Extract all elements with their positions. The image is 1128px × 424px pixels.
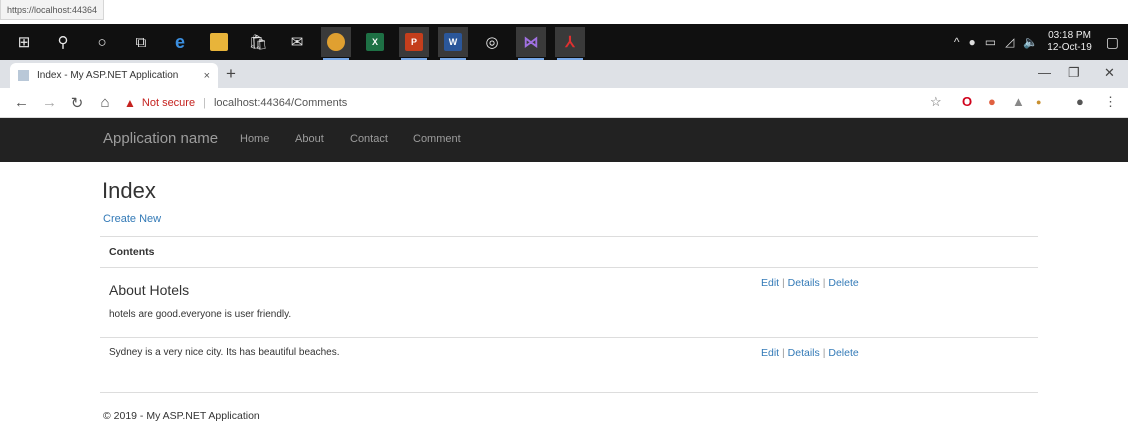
windows-start-icon[interactable]: ⊞ — [9, 27, 39, 57]
nav-comment[interactable]: Comment — [413, 133, 461, 145]
footer-divider — [100, 392, 1038, 393]
footer-text: © 2019 - My ASP.NET Application — [103, 410, 260, 422]
menu-kebab-icon[interactable]: ⋮ — [1104, 94, 1117, 110]
file-explorer-icon[interactable] — [204, 27, 234, 57]
extension-icon[interactable]: ● — [988, 94, 996, 109]
table-header-border — [100, 267, 1038, 268]
url-text[interactable]: localhost:44364/Comments — [214, 97, 347, 109]
action-separator: | — [782, 277, 785, 289]
browser-tab-strip: Index - My ASP.NET Application × + — ❐ ✕ — [0, 60, 1128, 88]
action-separator: | — [782, 347, 785, 359]
word-icon[interactable]: W — [438, 27, 468, 60]
create-new-link[interactable]: Create New — [103, 213, 161, 225]
opera-extension-icon[interactable]: O — [962, 94, 972, 109]
delete-link[interactable]: Delete — [828, 347, 858, 359]
app-tray-icon[interactable]: ● — [969, 35, 976, 49]
warning-icon: ▲ — [124, 96, 136, 110]
battery-icon[interactable]: ▭ — [985, 35, 996, 49]
task-view-icon[interactable]: ⧉ — [126, 27, 156, 57]
app-navbar: Application name Home About Contact Comm… — [0, 118, 1128, 162]
chevron-up-icon[interactable]: ^ — [954, 35, 960, 49]
page-title: Index — [102, 178, 156, 203]
new-tab-button[interactable]: + — [226, 64, 236, 84]
edit-link[interactable]: Edit — [761, 277, 779, 289]
mail-icon[interactable]: ✉ — [282, 27, 312, 57]
obs-icon[interactable]: ◎ — [477, 27, 507, 57]
reload-icon[interactable]: ↻ — [70, 94, 84, 112]
action-separator: | — [822, 277, 826, 289]
row-text: hotels are good.everyone is user friendl… — [109, 309, 292, 320]
back-icon[interactable]: ← — [14, 94, 29, 111]
bookmark-star-icon[interactable]: ☆ — [930, 94, 942, 110]
details-link[interactable]: Details — [788, 347, 820, 359]
address-separator: | — [203, 97, 206, 109]
clock-time: 03:18 PM — [1048, 30, 1091, 41]
browser-tab[interactable]: Index - My ASP.NET Application × — [10, 63, 218, 88]
status-url-bar: https://localhost:44364 — [0, 0, 105, 20]
home-icon[interactable]: ⌂ — [98, 94, 112, 111]
excel-icon[interactable]: X — [360, 27, 390, 57]
column-header-contents: Contents — [109, 246, 155, 258]
drive-extension-icon[interactable]: ▲ — [1012, 94, 1025, 109]
windows-taskbar: ⊞ ⚲ ○ ⧉ e 🛍 ✉ X P W ◎ ⋈ ⅄ ^ ● ▭ ◿ 🔈 03:1… — [0, 24, 1128, 60]
powerpoint-icon[interactable]: P — [399, 27, 429, 60]
volume-icon[interactable]: 🔈 — [1023, 35, 1038, 49]
edge-icon[interactable]: e — [165, 27, 195, 57]
table-row-border — [100, 337, 1038, 338]
page-favicon-icon — [18, 70, 29, 81]
store-icon[interactable]: 🛍 — [243, 27, 273, 57]
table-top-border — [100, 236, 1038, 237]
close-window-icon[interactable]: ✕ — [1104, 65, 1115, 81]
delete-link[interactable]: Delete — [828, 277, 858, 289]
search-icon[interactable]: ⚲ — [48, 27, 78, 57]
details-link[interactable]: Details — [788, 277, 820, 289]
forward-icon[interactable]: → — [42, 94, 57, 111]
action-separator: | — [822, 347, 826, 359]
visual-studio-icon[interactable]: ⋈ — [516, 27, 546, 60]
notifications-icon[interactable]: ▢ — [1106, 34, 1119, 51]
not-secure-label[interactable]: Not secure — [142, 97, 195, 109]
edit-link[interactable]: Edit — [761, 347, 779, 359]
tab-title: Index - My ASP.NET Application — [37, 70, 179, 81]
profile-avatar-icon[interactable]: ● — [1076, 94, 1084, 109]
row-actions: Edit | Details | Delete — [761, 277, 859, 289]
address-bar[interactable]: ▲ Not secure | localhost:44364/Comments — [124, 94, 347, 112]
clock[interactable]: 03:18 PM 12-Oct-19 — [1047, 30, 1091, 54]
row-text: Sydney is a very nice city. Its has beau… — [109, 347, 340, 358]
row-actions: Edit | Details | Delete — [761, 347, 859, 359]
clock-date: 12-Oct-19 — [1047, 42, 1092, 53]
browser-toolbar: ← → ↻ ⌂ ▲ Not secure | localhost:44364/C… — [0, 88, 1128, 118]
cortana-icon[interactable]: ○ — [87, 27, 117, 57]
nav-home[interactable]: Home — [240, 133, 269, 145]
nav-about[interactable]: About — [295, 133, 324, 145]
row-title: About Hotels — [109, 282, 190, 298]
acrobat-icon[interactable]: ⅄ — [555, 27, 585, 60]
system-tray: ^ ● ▭ ◿ 🔈 03:18 PM 12-Oct-19 ▢ — [954, 24, 1128, 60]
brand-link[interactable]: Application name — [103, 130, 218, 147]
tab-close-icon[interactable]: × — [204, 70, 210, 82]
chrome-icon[interactable] — [321, 27, 351, 60]
nav-contact[interactable]: Contact — [350, 133, 388, 145]
minimize-icon[interactable]: — — [1038, 65, 1051, 80]
wifi-icon[interactable]: ◿ — [1005, 35, 1014, 49]
extension-dot-icon[interactable]: ● — [1036, 97, 1041, 107]
restore-icon[interactable]: ❐ — [1068, 65, 1080, 81]
